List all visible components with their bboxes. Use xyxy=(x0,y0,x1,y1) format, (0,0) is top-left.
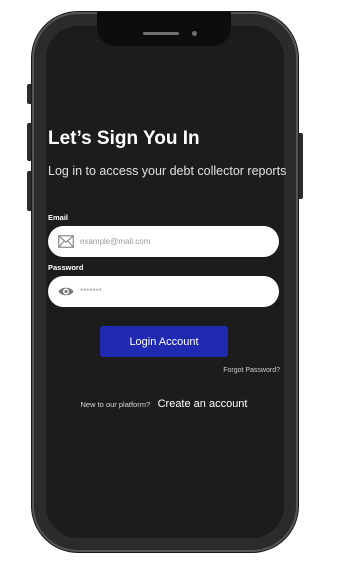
create-account-link[interactable]: Create an account xyxy=(158,398,248,410)
page-title: Let’s Sign You In xyxy=(48,128,200,149)
password-label: Password xyxy=(48,263,84,272)
email-field-container[interactable] xyxy=(48,226,279,257)
front-camera xyxy=(192,31,197,36)
eye-icon[interactable] xyxy=(58,285,74,298)
email-label: Email xyxy=(48,213,69,222)
login-button[interactable]: Login Account xyxy=(100,326,228,357)
password-input[interactable] xyxy=(80,276,270,307)
phone-mockup: Let’s Sign You In Log in to access your … xyxy=(0,0,340,565)
forgot-password-link[interactable]: Forgot Password? xyxy=(190,367,280,374)
signup-prompt: New to our platform? xyxy=(80,400,151,409)
page-subtitle: Log in to access your debt collector rep… xyxy=(48,164,287,178)
email-input[interactable] xyxy=(80,226,270,257)
password-field-container[interactable] xyxy=(48,276,279,307)
speaker-grille xyxy=(143,32,179,35)
signup-row: New to our platform? Create an account xyxy=(48,394,280,412)
phone-notch xyxy=(97,12,231,46)
envelope-icon xyxy=(58,235,74,248)
